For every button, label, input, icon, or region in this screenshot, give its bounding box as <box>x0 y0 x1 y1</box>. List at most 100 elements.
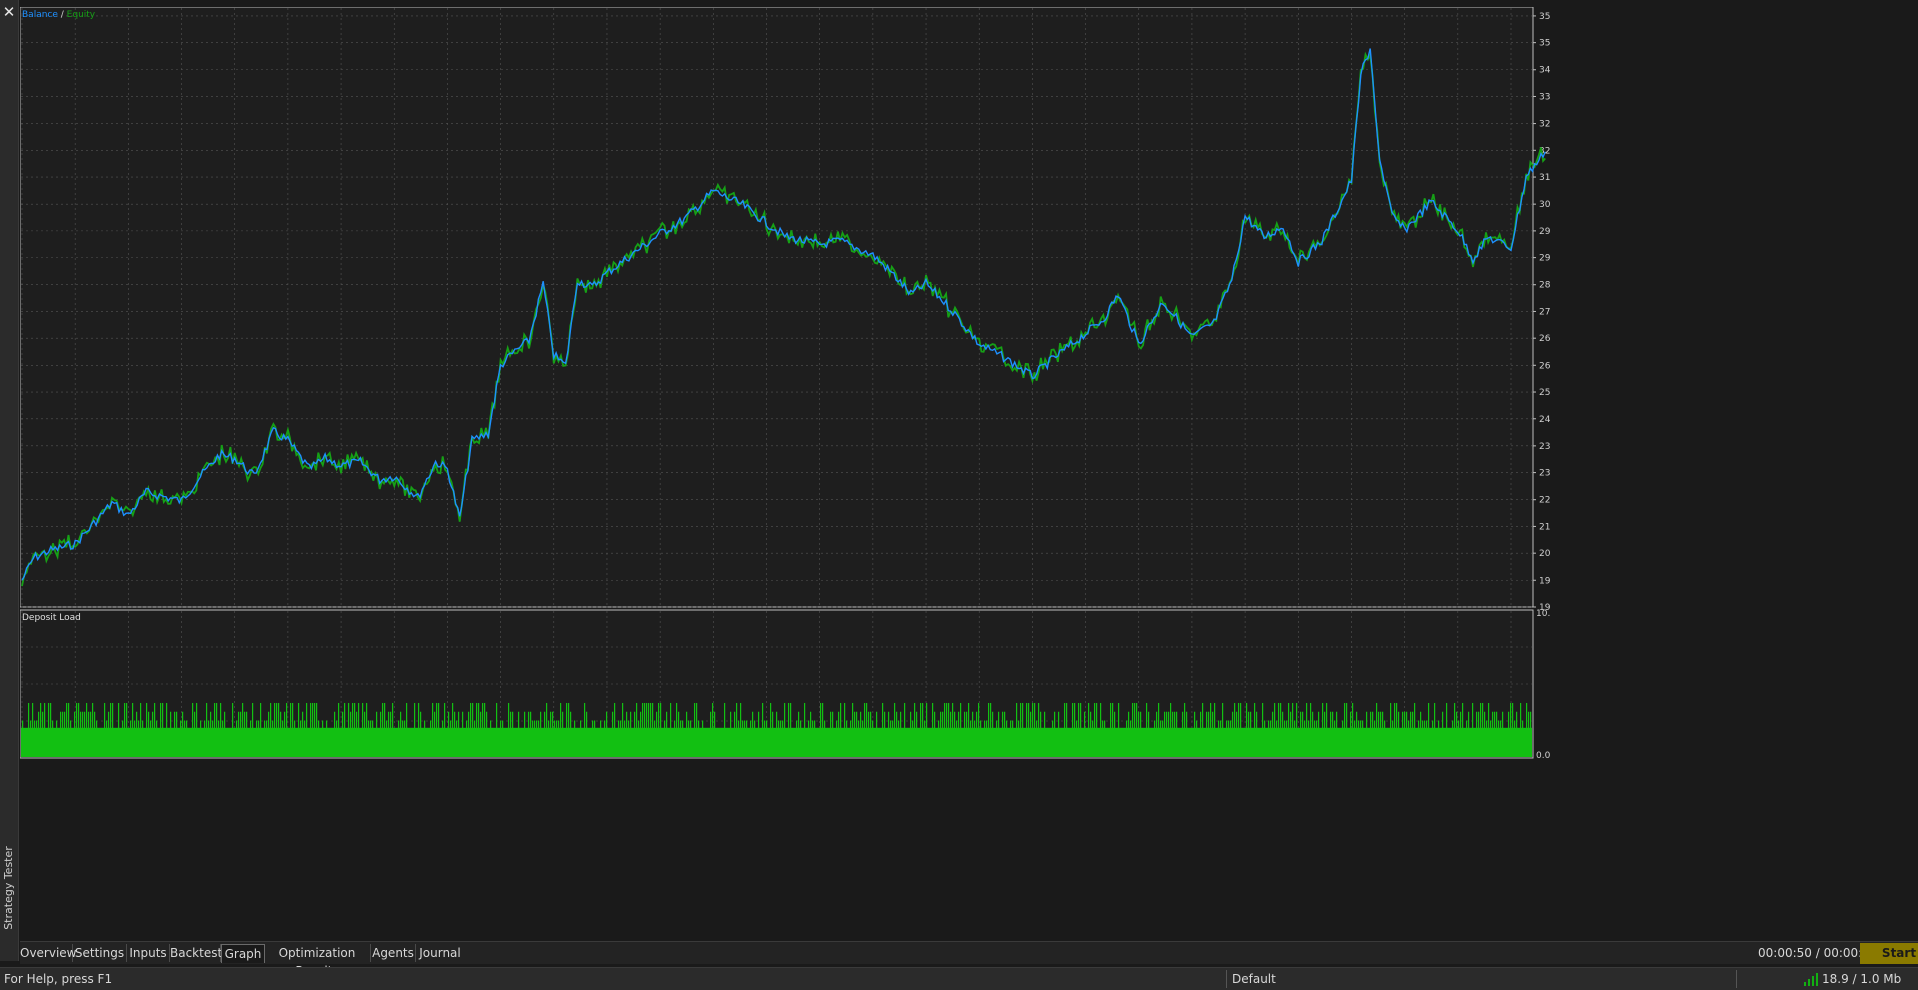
deposit-load-bar <box>978 702 980 757</box>
deposit-load-bar <box>1468 711 1470 757</box>
deposit-load-bar <box>586 711 588 757</box>
deposit-load-bar <box>212 720 214 757</box>
tab-optimization-results[interactable]: Optimization Results <box>264 944 371 978</box>
deposit-load-bar <box>170 711 172 757</box>
deposit-load-bar <box>550 711 552 757</box>
deposit-load-bar <box>110 702 112 757</box>
deposit-load-bar <box>1208 711 1210 757</box>
deposit-load-bar <box>1006 720 1008 757</box>
tab-overview[interactable]: Overview <box>20 944 77 962</box>
deposit-load-bar <box>612 711 614 757</box>
deposit-load-bar <box>32 702 34 757</box>
deposit-load-bar <box>1384 720 1386 757</box>
deposit-load-bar <box>36 720 38 757</box>
deposit-load-bar <box>1184 702 1186 757</box>
deposit-load-bar <box>664 720 666 757</box>
deposit-load-bar <box>780 720 782 757</box>
deposit-load-bar <box>1036 720 1038 757</box>
deposit-load-bar <box>820 702 822 757</box>
deposit-load-bar <box>904 702 906 757</box>
deposit-load-bar <box>1238 702 1240 757</box>
deposit-load-bar <box>372 720 374 757</box>
deposit-load-bar <box>532 720 534 757</box>
deposit-load-bar <box>466 720 468 757</box>
tab-graph[interactable]: Graph <box>221 944 265 963</box>
tab-backtest[interactable]: Backtest <box>170 944 222 962</box>
deposit-load-bar <box>136 711 138 757</box>
deposit-load-bar <box>1146 702 1148 757</box>
deposit-load-bar <box>864 702 866 757</box>
chart-legend: Balance / Equity <box>22 10 96 20</box>
deposit-load-bar <box>274 702 276 757</box>
deposit-load-bar <box>772 711 774 757</box>
deposit-load-bar <box>94 711 96 757</box>
deposit-load-bar <box>50 702 52 757</box>
deposit-load-bar <box>654 720 656 757</box>
deposit-load-bar <box>204 720 206 757</box>
deposit-load-bar <box>750 720 752 757</box>
tab-inputs[interactable]: Inputs <box>127 944 170 962</box>
deposit-load-bar <box>1370 711 1372 757</box>
deposit-load-bar <box>1466 720 1468 757</box>
deposit-load-bar <box>1330 711 1332 757</box>
deposit-load-bar <box>220 702 222 757</box>
deposit-load-bar <box>1472 702 1474 757</box>
deposit-load-bar <box>1404 711 1406 757</box>
deposit-load-bar <box>766 720 768 757</box>
close-icon[interactable]: ✕ <box>2 4 16 20</box>
deposit-load-bar <box>1168 711 1170 757</box>
deposit-load-bar <box>1308 720 1310 757</box>
deposit-load-bar <box>740 702 742 757</box>
deposit-load-bar <box>776 711 778 757</box>
deposit-load-bar <box>1432 720 1434 757</box>
deposit-load-bar <box>540 711 542 757</box>
deposit-load-bar <box>210 711 212 757</box>
start-button[interactable]: Start <box>1860 943 1918 964</box>
deposit-load-bar <box>1458 720 1460 757</box>
deposit-load-bar <box>1016 702 1018 757</box>
strategy-tester-side-panel: ✕ Strategy Tester <box>0 0 19 961</box>
deposit-load-bar <box>1088 702 1090 757</box>
y-tick-label: 2375 <box>1539 442 1550 452</box>
deposit-load-bar <box>1342 720 1344 757</box>
deposit-load-bar <box>898 720 900 757</box>
deposit-load-bar <box>38 711 40 757</box>
deposit-load-bar <box>468 711 470 757</box>
deposit-load-bar <box>450 720 452 757</box>
deposit-load-bar <box>260 702 262 757</box>
deposit-load-bar <box>968 702 970 757</box>
deposit-load-bar <box>1210 702 1212 757</box>
deposit-load-bar <box>1030 711 1032 757</box>
deposit-load-bar <box>290 702 292 757</box>
deposit-load-bar <box>934 711 936 757</box>
deposit-load-bar <box>988 702 990 757</box>
y-tick-label: 2978 <box>1539 227 1550 237</box>
deposit-load-bar <box>1494 711 1496 757</box>
deposit-load-bar <box>1052 720 1054 757</box>
y-tick-label: 2601 <box>1539 361 1550 371</box>
deposit-load-bar <box>1352 702 1354 757</box>
deposit-load-bar <box>856 711 858 757</box>
deposit-load-bar <box>1314 720 1316 757</box>
deposit-load-bar <box>622 702 624 757</box>
tab-settings[interactable]: Settings <box>73 944 127 962</box>
tab-journal[interactable]: Journal <box>416 944 464 962</box>
deposit-load-bar <box>1154 720 1156 757</box>
deposit-load-bar <box>1420 711 1422 757</box>
deposit-load-bar <box>344 702 346 757</box>
deposit-load-bar <box>272 720 274 757</box>
tab-agents[interactable]: Agents <box>371 944 416 962</box>
tester-chart[interactable]: 3581350634303355327932043129305329782903… <box>20 7 1550 759</box>
deposit-load-bar <box>60 711 62 757</box>
deposit-load-bar <box>1316 720 1318 757</box>
deposit-load-bar <box>1212 711 1214 757</box>
deposit-load-bar <box>44 702 46 757</box>
y-tick-label: 1998 <box>1539 576 1550 586</box>
deposit-load-bar <box>216 702 218 757</box>
deposit-load-bar <box>790 702 792 757</box>
deposit-load-bar <box>1326 702 1328 757</box>
deposit-load-bar <box>762 702 764 757</box>
deposit-load-bar <box>1296 702 1298 757</box>
deposit-load-bar <box>1304 720 1306 757</box>
deposit-load-bar <box>710 711 712 757</box>
